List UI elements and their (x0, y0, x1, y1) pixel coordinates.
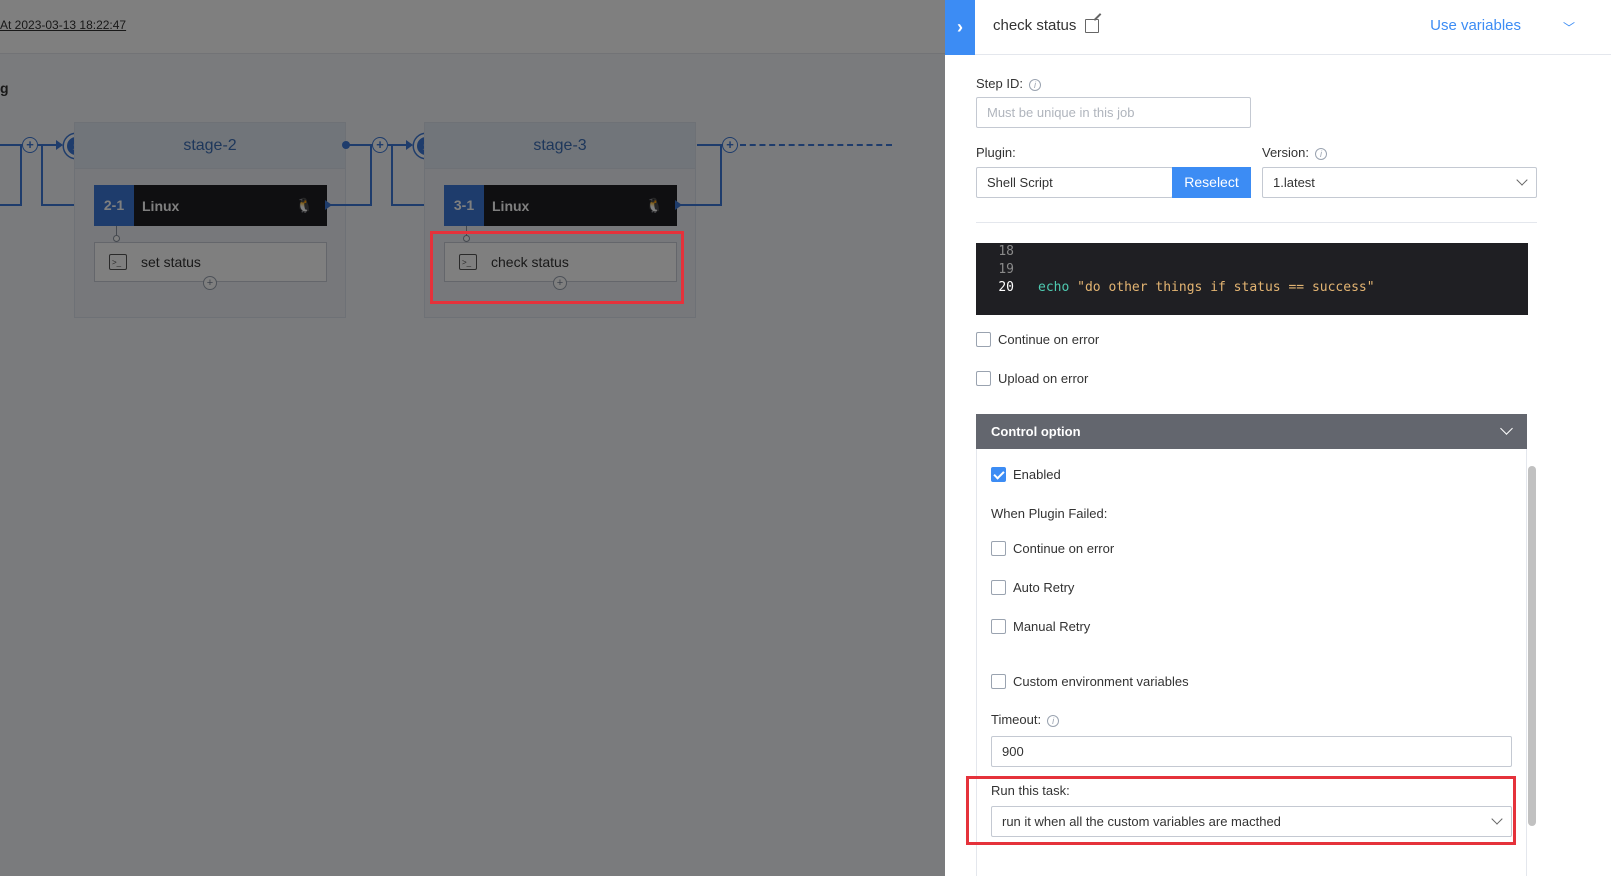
continue-on-error-checkbox[interactable]: Continue on error (976, 332, 1099, 347)
failed-continue-on-error-checkbox[interactable]: Continue on error (991, 541, 1114, 556)
pipeline-canvas: At 2023-03-13 18:22:47 g + ⚡ stage-2 2-1… (0, 0, 945, 876)
timeout-input[interactable]: 900 (991, 736, 1512, 767)
auto-retry-checkbox[interactable]: Auto Retry (991, 580, 1074, 595)
checkbox-label: Custom environment variables (1013, 674, 1189, 689)
section-divider (976, 222, 1537, 223)
modal-overlay[interactable] (0, 0, 945, 876)
upload-on-error-checkbox[interactable]: Upload on error (976, 371, 1088, 386)
step-id-label: Step ID: i (976, 76, 1041, 91)
checkbox-box[interactable] (976, 371, 991, 386)
panel-scrollbar[interactable] (1528, 466, 1536, 826)
checkbox-box[interactable] (991, 619, 1006, 634)
line-number: 18 (998, 244, 1014, 259)
timeout-label-text: Timeout: (991, 712, 1042, 727)
collapse-panel-button[interactable]: › (945, 0, 975, 55)
manual-retry-checkbox[interactable]: Manual Retry (991, 619, 1090, 634)
code-line: 18 (976, 243, 1528, 261)
info-icon[interactable]: i (1047, 714, 1060, 727)
plugin-field[interactable]: Shell Script (976, 167, 1173, 198)
info-icon[interactable]: i (1028, 78, 1041, 91)
use-variables-link[interactable]: Use variables (1430, 17, 1521, 34)
step-id-label-text: Step ID: (976, 76, 1023, 91)
reselect-button[interactable]: Reselect (1172, 167, 1251, 198)
checkbox-box[interactable] (991, 580, 1006, 595)
checkbox-box[interactable] (991, 467, 1006, 482)
version-value: 1.latest (1273, 175, 1315, 190)
plugin-label: Plugin: (976, 145, 1016, 160)
version-label-text: Version: (1262, 145, 1309, 160)
checkbox-label: Auto Retry (1013, 580, 1075, 595)
version-select[interactable]: 1.latest (1262, 167, 1537, 198)
code-editor[interactable]: 18 19 20 echo "do other things if status… (976, 243, 1528, 315)
control-option-header[interactable]: Control option (976, 414, 1527, 449)
info-icon[interactable]: i (1314, 147, 1327, 160)
checkbox-box[interactable] (976, 332, 991, 347)
code-text: echo "do other things if status == succe… (1038, 279, 1375, 297)
step-settings-panel: › check status Use variables ﹀ Step ID: i… (945, 0, 1611, 876)
chevron-down-icon (1516, 174, 1528, 186)
highlight-box-task (430, 231, 684, 304)
code-keyword: echo (1038, 280, 1070, 295)
checkbox-box[interactable] (991, 674, 1006, 689)
checkbox-label: Continue on error (1013, 541, 1115, 556)
step-id-input[interactable] (976, 97, 1251, 128)
edit-icon[interactable] (1085, 19, 1099, 33)
timeout-label: Timeout: i (991, 712, 1060, 727)
custom-env-vars-checkbox[interactable]: Custom environment variables (991, 674, 1189, 689)
code-line: 19 (976, 261, 1528, 279)
checkbox-label: Upload on error (998, 371, 1089, 386)
control-option-title: Control option (991, 424, 1081, 439)
line-number: 19 (998, 262, 1014, 277)
panel-header: › check status Use variables ﹀ (945, 0, 1611, 55)
chevron-down-icon[interactable]: ﹀ (1563, 19, 1575, 36)
checkbox-label: Enabled (1013, 467, 1061, 482)
checkbox-label: Continue on error (998, 332, 1100, 347)
highlight-box-run-task (966, 776, 1516, 845)
checkbox-box[interactable] (991, 541, 1006, 556)
version-label: Version: i (1262, 145, 1327, 160)
when-plugin-failed-label: When Plugin Failed: (991, 506, 1108, 521)
enabled-checkbox[interactable]: Enabled (991, 467, 1061, 482)
panel-title: check status (993, 17, 1077, 34)
checkbox-label: Manual Retry (1013, 619, 1091, 634)
code-string: "do other things if status == success" (1069, 280, 1375, 295)
line-number: 20 (998, 280, 1014, 295)
code-line: 20 echo "do other things if status == su… (976, 279, 1528, 297)
chevron-down-icon[interactable] (1500, 422, 1513, 435)
